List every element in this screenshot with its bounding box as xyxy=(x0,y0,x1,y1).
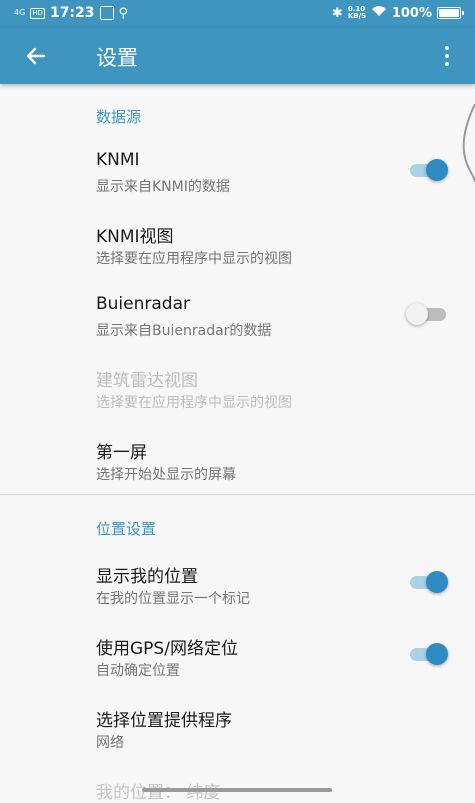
setting-title: 选择位置提供程序 xyxy=(96,711,232,731)
section-header-data-source: 数据源 xyxy=(96,108,142,126)
network-speed: 0.10 KB/S xyxy=(347,5,367,20)
navigation-handle[interactable] xyxy=(142,788,332,792)
gps-switch[interactable] xyxy=(408,643,450,665)
arrow-left-icon[interactable] xyxy=(22,42,50,70)
page-title: 设置 xyxy=(96,46,138,70)
section-divider xyxy=(0,494,475,495)
setting-subtitle: 选择开始处显示的屏幕 xyxy=(96,467,236,483)
setting-title: 使用GPS/网络定位 xyxy=(96,639,238,659)
more-vert-icon[interactable] xyxy=(439,44,455,68)
status-bar: 4G HD 17:23 ⚲ ✱ 0.10 KB/S 100% xyxy=(0,0,475,28)
buienradar-switch[interactable] xyxy=(406,303,450,325)
setting-title: KNMI视图 xyxy=(96,227,174,247)
setting-subtitle: 选择要在应用程序中显示的视图 xyxy=(96,251,292,267)
edge-decoration xyxy=(461,103,475,194)
setting-subtitle: 选择要在应用程序中显示的视图 xyxy=(96,395,292,411)
knmi-switch[interactable] xyxy=(408,159,450,181)
setting-title: Buienradar xyxy=(96,294,190,314)
notification-icon xyxy=(99,6,114,20)
show-location-switch[interactable] xyxy=(408,571,450,593)
usb-icon: ⚲ xyxy=(118,5,129,21)
setting-title: 显示我的位置 xyxy=(96,567,198,587)
setting-subtitle: 在我的位置显示一个标记 xyxy=(96,591,250,607)
setting-subtitle: 自动确定位置 xyxy=(96,663,180,679)
battery-percent: 100% xyxy=(391,5,432,21)
setting-subtitle: 网络 xyxy=(96,735,124,751)
hd-indicator: HD xyxy=(30,7,45,19)
setting-title: 第一屏 xyxy=(96,443,147,463)
setting-subtitle: 显示来自Buienradar的数据 xyxy=(96,323,272,339)
network-indicator: 4G xyxy=(14,8,26,17)
status-time: 17:23 xyxy=(49,5,95,21)
setting-title: KNMI xyxy=(96,150,140,170)
bluetooth-icon: ✱ xyxy=(331,5,343,21)
setting-subtitle: 显示来自KNMI的数据 xyxy=(96,179,230,195)
section-header-location: 位置设置 xyxy=(96,520,157,538)
wifi-icon xyxy=(371,5,387,21)
battery-icon xyxy=(437,7,464,19)
app-bar: 设置 xyxy=(0,28,475,84)
setting-title: 建筑雷达视图 xyxy=(96,371,198,391)
